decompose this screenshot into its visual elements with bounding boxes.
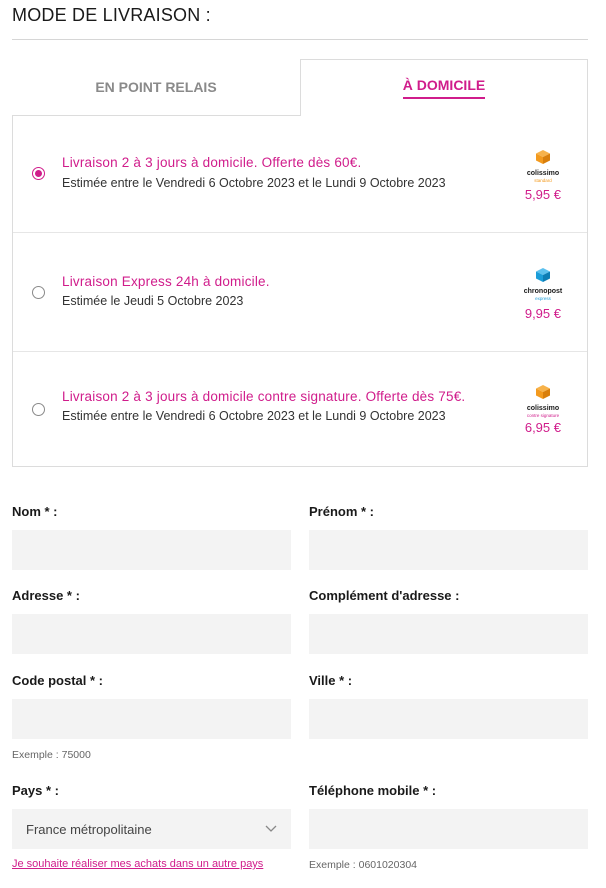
tab-domicile[interactable]: À DOMICILE bbox=[300, 59, 588, 116]
logo-name: colissimo bbox=[526, 405, 560, 412]
delivery-option-chronopost[interactable]: Livraison Express 24h à domicile. Estimé… bbox=[13, 233, 587, 352]
logo-sub: contre signature bbox=[526, 413, 560, 418]
pays-select-value: France métropolitaine bbox=[26, 821, 152, 837]
complement-label: Complément d'adresse : bbox=[309, 588, 460, 603]
tab-point-relais[interactable]: EN POINT RELAIS bbox=[12, 59, 300, 116]
code-postal-label: Code postal * : bbox=[12, 673, 104, 688]
tab-point-relais-label: EN POINT RELAIS bbox=[95, 79, 217, 95]
box-icon bbox=[536, 385, 550, 399]
telephone-input[interactable] bbox=[309, 809, 588, 849]
logo-sub: standard bbox=[534, 178, 552, 183]
code-postal-hint: Exemple : 75000 bbox=[12, 749, 91, 761]
prenom-input[interactable] bbox=[309, 530, 588, 570]
logo-name: chronopost bbox=[523, 288, 563, 295]
logo-sub: express bbox=[535, 296, 551, 301]
ville-label: Ville * : bbox=[309, 673, 353, 688]
colissimo-logo: colissimo contre signature bbox=[521, 384, 565, 418]
other-country-link[interactable]: Je souhaite réaliser mes achats dans un … bbox=[12, 858, 263, 870]
section-title: MODE DE LIVRAISON : bbox=[12, 5, 211, 25]
option-title: Livraison 2 à 3 jours à domicile contre … bbox=[62, 389, 466, 404]
radio-colissimo-signature[interactable] bbox=[32, 403, 45, 416]
code-postal-input[interactable] bbox=[12, 699, 291, 739]
chevron-down-icon bbox=[265, 825, 277, 832]
option-price: 9,95 € bbox=[524, 306, 561, 321]
telephone-hint: Exemple : 0601020304 bbox=[309, 859, 417, 871]
nom-label: Nom * : bbox=[12, 504, 58, 519]
title-divider bbox=[12, 39, 588, 40]
box-icon bbox=[536, 268, 550, 282]
adresse-input[interactable] bbox=[12, 614, 291, 654]
pays-label: Pays * : bbox=[12, 783, 59, 798]
prenom-label: Prénom * : bbox=[309, 504, 375, 519]
tab-domicile-label: À DOMICILE bbox=[402, 77, 486, 99]
pays-select[interactable]: France métropolitaine bbox=[12, 809, 291, 849]
logo-name: colissimo bbox=[526, 170, 560, 177]
option-price: 5,95 € bbox=[524, 187, 561, 202]
option-subtitle: Estimée le Jeudi 5 Octobre 2023 bbox=[62, 294, 244, 308]
option-subtitle: Estimée entre le Vendredi 6 Octobre 2023… bbox=[62, 409, 446, 423]
radio-colissimo[interactable] bbox=[32, 167, 45, 180]
radio-chronopost[interactable] bbox=[32, 286, 45, 299]
delivery-option-colissimo[interactable]: Livraison 2 à 3 jours à domicile. Offert… bbox=[13, 115, 587, 233]
nom-input[interactable] bbox=[12, 530, 291, 570]
colissimo-logo: colissimo standard bbox=[521, 149, 565, 183]
complement-input[interactable] bbox=[309, 614, 588, 654]
option-price: 6,95 € bbox=[524, 420, 561, 435]
delivery-options: Livraison 2 à 3 jours à domicile. Offert… bbox=[12, 115, 588, 467]
ville-input[interactable] bbox=[309, 699, 588, 739]
option-title: Livraison 2 à 3 jours à domicile. Offert… bbox=[62, 155, 362, 170]
option-subtitle: Estimée entre le Vendredi 6 Octobre 2023… bbox=[62, 176, 446, 190]
telephone-label: Téléphone mobile * : bbox=[309, 783, 437, 798]
option-title: Livraison Express 24h à domicile. bbox=[62, 274, 270, 289]
chronopost-logo: chronopost express bbox=[521, 267, 565, 301]
delivery-option-colissimo-signature[interactable]: Livraison 2 à 3 jours à domicile contre … bbox=[13, 352, 587, 467]
adresse-label: Adresse * : bbox=[12, 588, 80, 603]
box-icon bbox=[536, 150, 550, 164]
